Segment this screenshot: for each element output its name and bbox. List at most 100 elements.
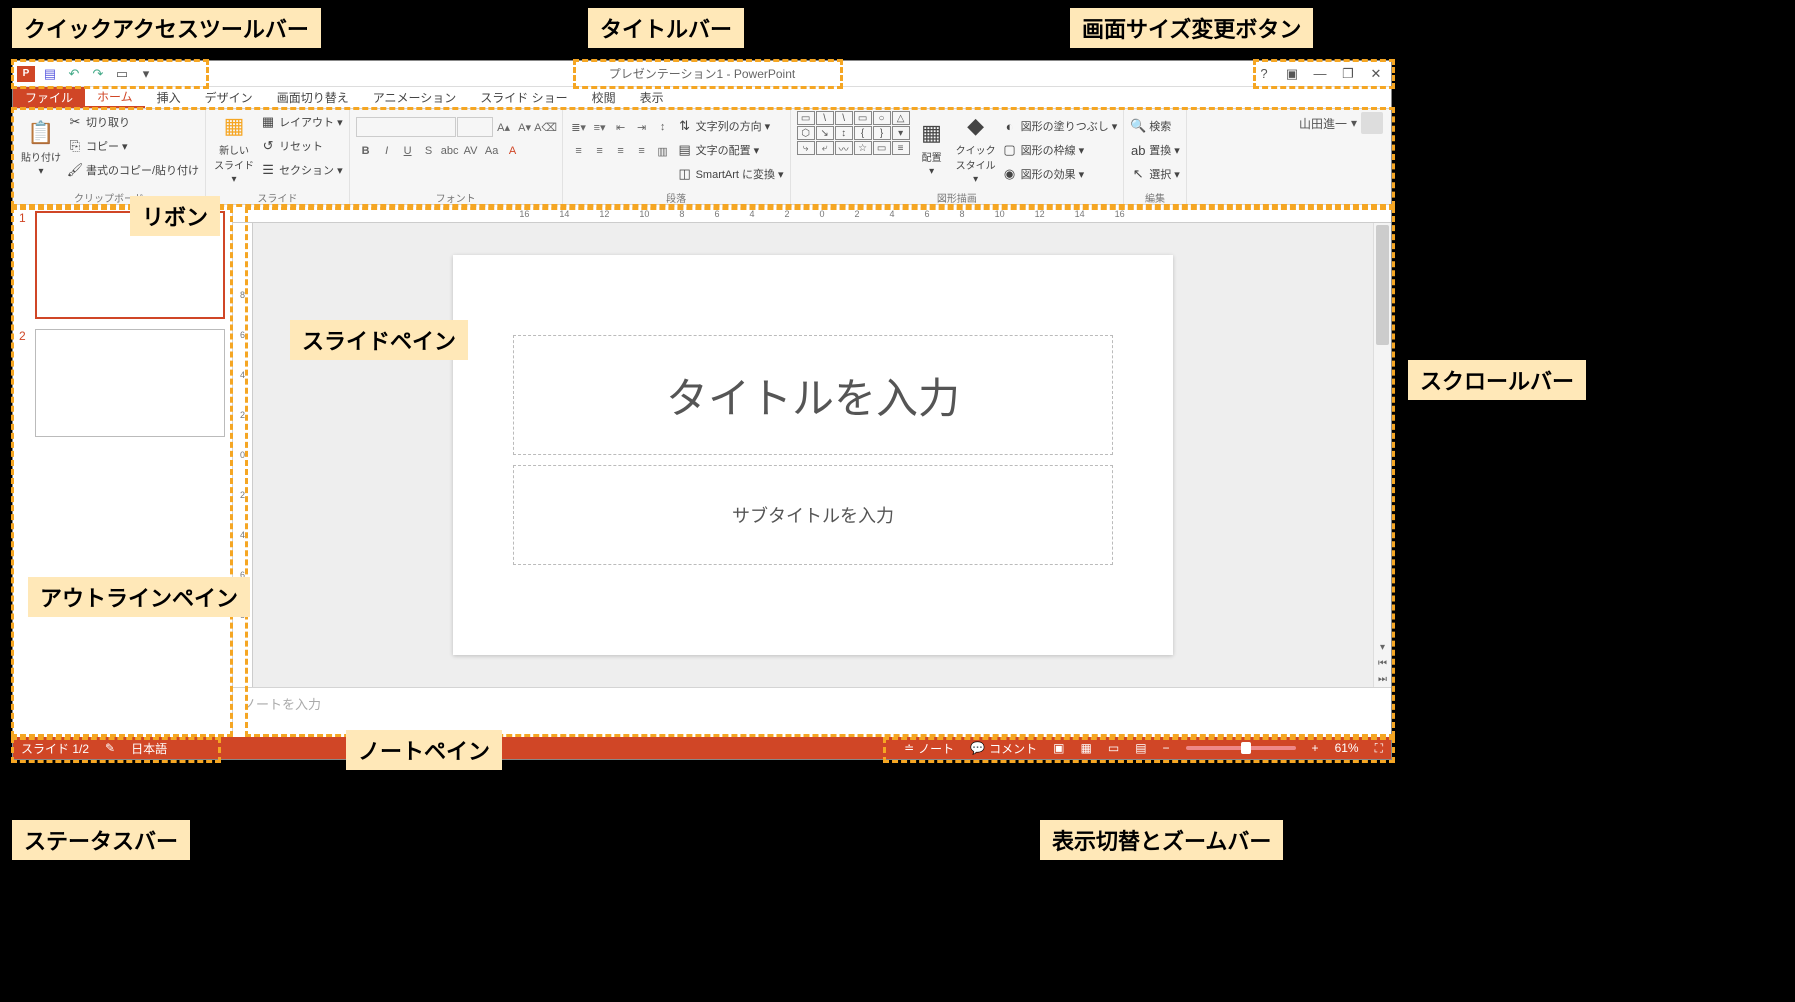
tab-file[interactable]: ファイル [13, 87, 85, 108]
copy-button[interactable]: ⎘コピー▾ [67, 135, 199, 157]
maximize-icon[interactable]: ❐ [1337, 65, 1359, 83]
zoom-slider[interactable] [1186, 746, 1296, 750]
strike-button[interactable]: S [419, 141, 439, 161]
clear-format-icon[interactable]: A⌫ [536, 117, 556, 137]
slideshow-view-icon[interactable]: ▤ [1135, 741, 1146, 755]
scroll-down-icon[interactable]: ▾ [1374, 639, 1391, 655]
section-icon: ☰ [260, 162, 276, 178]
quick-styles-button[interactable]: ◆ クイック スタイル▾ [954, 111, 998, 185]
italic-button[interactable]: I [377, 141, 397, 161]
text-direction-button[interactable]: ⇅文字列の方向▾ [677, 115, 784, 137]
reset-button[interactable]: ↺リセット [260, 135, 343, 157]
zoom-in-button[interactable]: + [1312, 741, 1319, 755]
indent-decrease-button[interactable]: ⇤ [611, 117, 631, 137]
align-left-button[interactable]: ≡ [569, 141, 589, 161]
cut-button[interactable]: ✂切り取り [67, 111, 199, 133]
notes-toggle[interactable]: ≐ ノート [904, 740, 954, 757]
help-icon[interactable]: ? [1253, 65, 1275, 83]
reading-view-icon[interactable]: ▭ [1108, 741, 1119, 755]
user-dropdown-icon[interactable]: ▾ [1351, 116, 1357, 130]
tab-animations[interactable]: アニメーション [361, 87, 469, 108]
qat-customize-icon[interactable]: ▾ [137, 65, 155, 83]
ribbon-display-icon[interactable]: ▣ [1281, 65, 1303, 83]
zoom-knob[interactable] [1241, 742, 1251, 754]
anno-scrollbar: スクロールバー [1408, 360, 1586, 400]
slide-canvas[interactable]: タイトルを入力 サブタイトルを入力 [253, 223, 1373, 687]
sorter-view-icon[interactable]: ▦ [1081, 741, 1092, 755]
bullets-button[interactable]: ≣▾ [569, 117, 589, 137]
select-button[interactable]: ↖選択▾ [1130, 163, 1180, 185]
line-spacing-button[interactable]: ↕ [653, 117, 673, 137]
fit-to-window-icon[interactable]: ⛶ [1375, 741, 1383, 756]
undo-icon[interactable]: ↶ [65, 65, 83, 83]
save-icon[interactable]: ▤ [41, 65, 59, 83]
thumb-num-2: 2 [19, 329, 31, 437]
shapes-gallery[interactable]: ▭\\▭○△ ⬡↘↕{}▾ ⤷⤶〰☆▭≡ [797, 111, 910, 155]
new-slide-button[interactable]: ▦ 新しい スライド▾ [212, 111, 256, 185]
redo-icon[interactable]: ↷ [89, 65, 107, 83]
arrange-button[interactable]: ▦ 配置▾ [914, 111, 950, 185]
slide: タイトルを入力 サブタイトルを入力 [453, 255, 1173, 655]
font-size-combo[interactable] [457, 117, 493, 137]
slideshow-icon[interactable]: ▭ [113, 65, 131, 83]
prev-slide-icon[interactable]: ⏮ [1374, 655, 1391, 671]
numbering-button[interactable]: ≡▾ [590, 117, 610, 137]
effects-icon: ◉ [1002, 166, 1018, 182]
align-center-button[interactable]: ≡ [590, 141, 610, 161]
paste-button[interactable]: 📋 貼り付け▾ [19, 111, 63, 185]
ribbon: 📋 貼り付け▾ ✂切り取り ⎘コピー▾ 🖌書式のコピー/貼り付け クリップボード… [13, 109, 1391, 205]
tab-transitions[interactable]: 画面切り替え [265, 87, 361, 108]
smartart-button[interactable]: ◫SmartArt に変換▾ [677, 163, 784, 185]
tab-review[interactable]: 校閲 [580, 87, 628, 108]
indent-increase-button[interactable]: ⇥ [632, 117, 652, 137]
tab-slideshow[interactable]: スライド ショー [468, 87, 579, 108]
font-name-combo[interactable] [356, 117, 456, 137]
next-slide-icon[interactable]: ⏭ [1374, 671, 1391, 687]
slide-indicator: スライド 1/2 [21, 740, 89, 757]
shape-fill-button[interactable]: ◐図形の塗りつぶし▾ [1002, 115, 1118, 137]
spellcheck-icon[interactable]: ✎ [105, 741, 115, 755]
char-spacing-button[interactable]: AV [461, 141, 481, 161]
avatar-icon [1361, 112, 1383, 134]
ruler-vertical: 864202468 [233, 223, 253, 687]
zoom-percent[interactable]: 61% [1335, 741, 1359, 755]
layout-icon: ▦ [260, 114, 276, 130]
tab-insert[interactable]: 挿入 [145, 87, 193, 108]
shadow-button[interactable]: abc [440, 141, 460, 161]
group-label-editing: 編集 [1130, 190, 1180, 204]
close-icon[interactable]: ✕ [1365, 65, 1387, 83]
slide-thumb-2[interactable] [35, 329, 225, 437]
subtitle-placeholder[interactable]: サブタイトルを入力 [513, 465, 1113, 565]
scroll-thumb[interactable] [1376, 225, 1389, 345]
tab-design[interactable]: デザイン [193, 87, 265, 108]
align-right-button[interactable]: ≡ [611, 141, 631, 161]
layout-button[interactable]: ▦レイアウト▾ [260, 111, 343, 133]
vertical-scrollbar[interactable]: ▴ ▾ ⏮ ⏭ [1373, 223, 1391, 687]
normal-view-icon[interactable]: ▣ [1053, 741, 1064, 755]
tab-view[interactable]: 表示 [628, 87, 676, 108]
title-placeholder[interactable]: タイトルを入力 [513, 335, 1113, 455]
font-color-button[interactable]: A [503, 141, 523, 161]
underline-button[interactable]: U [398, 141, 418, 161]
format-painter-button[interactable]: 🖌書式のコピー/貼り付け [67, 159, 199, 181]
increase-font-icon[interactable]: A▴ [494, 117, 514, 137]
minimize-icon[interactable]: — [1309, 65, 1331, 83]
change-case-button[interactable]: Aa [482, 141, 502, 161]
comments-toggle[interactable]: 💬 コメント [970, 740, 1037, 757]
work-area: 1 2 1614121086420246810121416 864202468 … [13, 205, 1391, 737]
decrease-font-icon[interactable]: A▾ [515, 117, 535, 137]
language-indicator[interactable]: 日本語 [131, 740, 167, 757]
bold-button[interactable]: B [356, 141, 376, 161]
ribbon-group-slides: ▦ 新しい スライド▾ ▦レイアウト▾ ↺リセット ☰セクション▾ スライド [206, 109, 350, 204]
shape-effects-button[interactable]: ◉図形の効果▾ [1002, 163, 1118, 185]
align-text-button[interactable]: ▤文字の配置▾ [677, 139, 784, 161]
user-area[interactable]: 山田進一 ▾ [1295, 113, 1387, 133]
section-button[interactable]: ☰セクション▾ [260, 159, 343, 181]
tab-home[interactable]: ホーム [85, 87, 145, 108]
columns-button[interactable]: ▥ [653, 141, 673, 161]
justify-button[interactable]: ≡ [632, 141, 652, 161]
replace-button[interactable]: ab置換▾ [1130, 139, 1180, 161]
find-button[interactable]: 🔍検索 [1130, 115, 1180, 137]
zoom-out-button[interactable]: − [1163, 741, 1170, 755]
shape-outline-button[interactable]: ▢図形の枠線▾ [1002, 139, 1118, 161]
